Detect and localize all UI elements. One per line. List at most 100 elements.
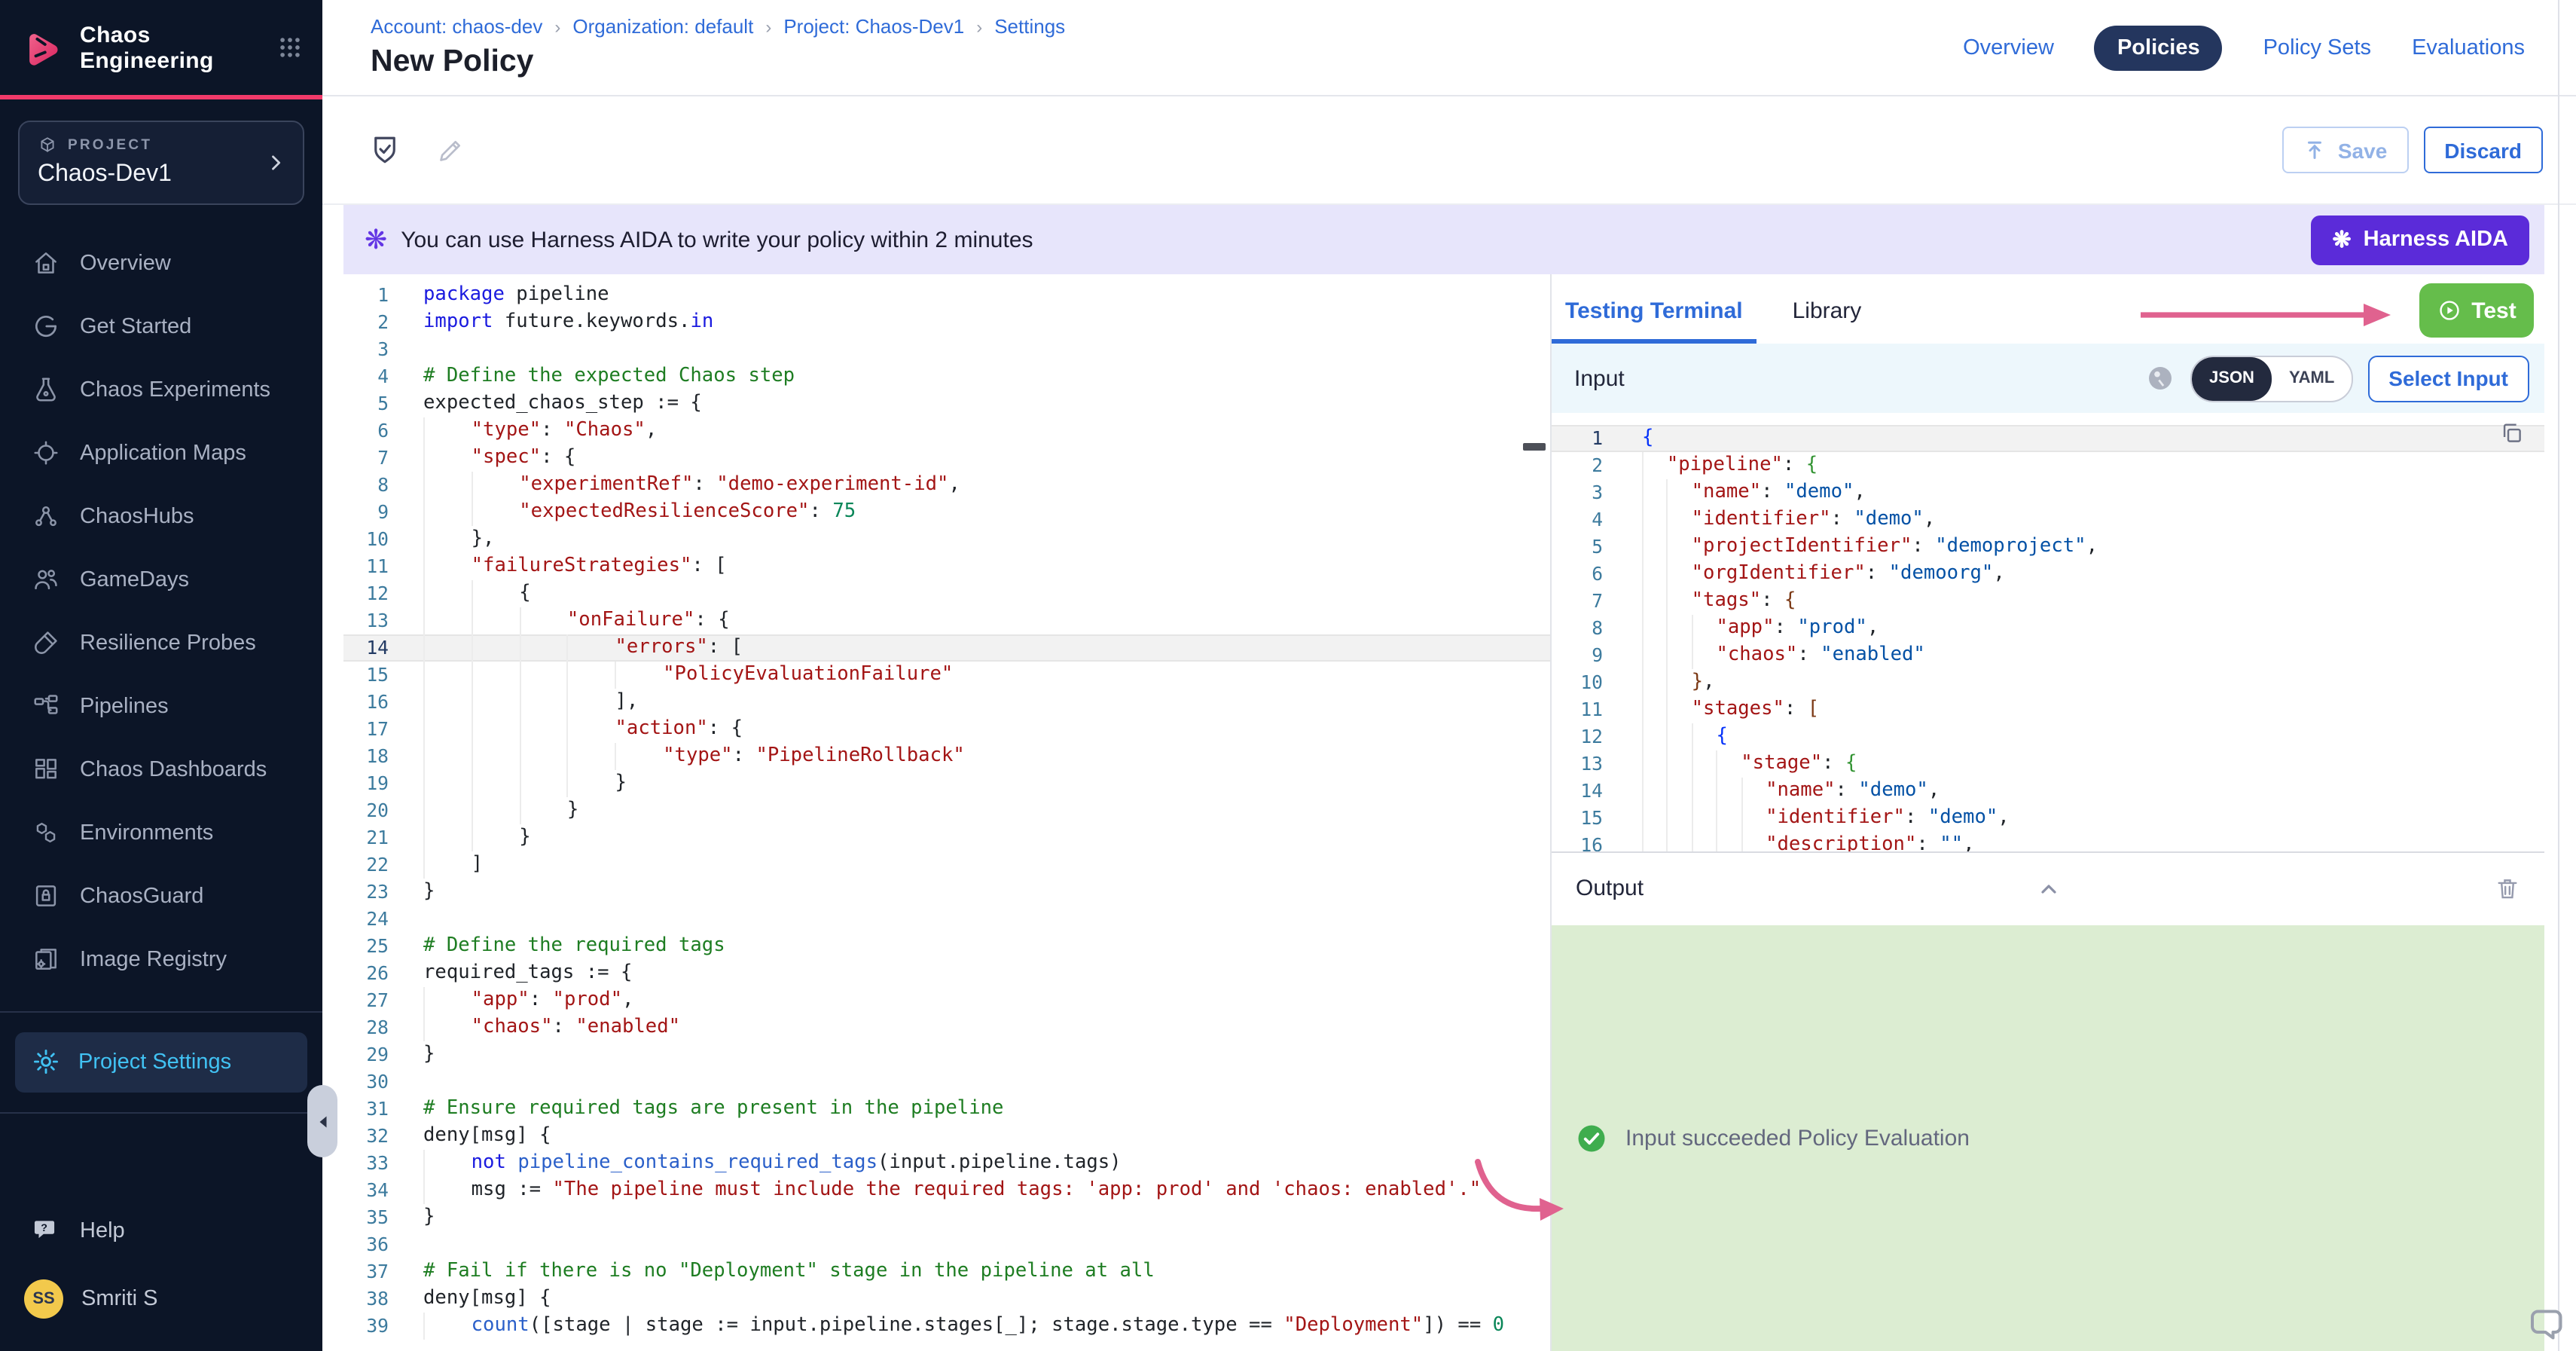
format-option-json[interactable]: JSON bbox=[2191, 356, 2272, 400]
code-line: 32deny[msg] { bbox=[343, 1123, 1550, 1150]
code-line: 2import future.keywords.in bbox=[343, 309, 1550, 336]
line-number: 10 bbox=[1552, 669, 1603, 696]
save-button[interactable]: Save bbox=[2282, 127, 2408, 173]
line-number: 10 bbox=[343, 526, 389, 553]
sidebar-item-label: Image Registry bbox=[80, 947, 227, 971]
line-number: 12 bbox=[343, 580, 389, 607]
nav-tab-policy-sets[interactable]: Policy Sets bbox=[2263, 35, 2371, 60]
breadcrumb-separator: › bbox=[765, 16, 771, 37]
line-number: 20 bbox=[343, 797, 389, 824]
code-line: 37# Fail if there is no "Deployment" sta… bbox=[343, 1258, 1550, 1285]
support-chat-icon[interactable] bbox=[2525, 1301, 2570, 1346]
policy-validate-icon[interactable] bbox=[369, 134, 401, 166]
sidebar-item-label: ChaosGuard bbox=[80, 884, 203, 908]
line-number: 11 bbox=[343, 553, 389, 580]
sidebar-item-environments[interactable]: Environments bbox=[0, 801, 322, 864]
breadcrumb-link[interactable]: Project: Chaos-Dev1 bbox=[783, 15, 964, 38]
line-number: 27 bbox=[343, 987, 389, 1014]
collapse-output-button[interactable] bbox=[2036, 877, 2060, 901]
code-line: 8"experimentRef": "demo-experiment-id", bbox=[343, 472, 1550, 499]
harness-aida-button[interactable]: ❋ Harness AIDA bbox=[2312, 215, 2530, 264]
input-header: Input JSON YAML Select Input bbox=[1552, 344, 2544, 413]
line-number: 13 bbox=[343, 607, 389, 634]
help-button[interactable]: ? Help bbox=[0, 1197, 322, 1264]
sidebar-item-label: GameDays bbox=[80, 567, 189, 591]
breadcrumb-link[interactable]: Account: chaos-dev bbox=[371, 15, 542, 38]
breadcrumb-separator: › bbox=[976, 16, 982, 37]
sidebar-item-chaoshubs[interactable]: ChaosHubs bbox=[0, 484, 322, 548]
input-json-editor[interactable]: 1{2"pipeline": {3"name": "demo",4"identi… bbox=[1552, 425, 2544, 851]
test-button[interactable]: Test bbox=[2419, 283, 2534, 338]
sidebar-item-label: Environments bbox=[80, 821, 213, 845]
select-input-button[interactable]: Select Input bbox=[2367, 355, 2529, 402]
edit-pencil-icon[interactable] bbox=[435, 135, 465, 165]
copy-icon[interactable] bbox=[2499, 420, 2525, 446]
line-number: 6 bbox=[1552, 561, 1603, 588]
editor-toolbar: Save Discard bbox=[322, 96, 2576, 205]
sidebar-item-application-maps[interactable]: Application Maps bbox=[0, 421, 322, 484]
policy-code-editor[interactable]: 1package pipeline2import future.keywords… bbox=[343, 274, 1552, 1351]
rego-icon[interactable] bbox=[2144, 363, 2175, 393]
harness-logo bbox=[20, 25, 65, 70]
people-icon bbox=[32, 565, 60, 594]
sidebar-item-chaos-dashboards[interactable]: Chaos Dashboards bbox=[0, 738, 322, 801]
breadcrumb-link[interactable]: Organization: default bbox=[572, 15, 753, 38]
code-line: 13"onFailure": { bbox=[343, 607, 1550, 634]
line-number: 16 bbox=[343, 689, 389, 716]
code-line: 19} bbox=[343, 770, 1550, 797]
upload-icon bbox=[2303, 139, 2326, 161]
code-line: 1package pipeline bbox=[343, 282, 1550, 309]
sidebar-item-project-settings[interactable]: Project Settings bbox=[15, 1032, 307, 1092]
app-switcher-icon[interactable] bbox=[277, 35, 303, 60]
project-name: Chaos-Dev1 bbox=[38, 160, 285, 188]
project-label: PROJECT bbox=[38, 135, 285, 154]
nav-tab-policies[interactable]: Policies bbox=[2095, 25, 2223, 70]
tab-testing-terminal[interactable]: Testing Terminal bbox=[1552, 298, 1757, 344]
line-number: 31 bbox=[343, 1096, 389, 1123]
page-scrollbar[interactable] bbox=[2558, 0, 2559, 1351]
sidebar-item-overview[interactable]: Overview bbox=[0, 231, 322, 295]
discard-button[interactable]: Discard bbox=[2423, 127, 2543, 173]
code-line: 23} bbox=[343, 879, 1550, 906]
annotation-arrow-test bbox=[2138, 298, 2394, 332]
project-selector[interactable]: PROJECT Chaos-Dev1 bbox=[18, 120, 304, 204]
code-line: 3"name": "demo", bbox=[1552, 479, 2544, 506]
sidebar-item-resilience-probes[interactable]: Resilience Probes bbox=[0, 611, 322, 674]
code-line: 26required_tags := { bbox=[343, 960, 1550, 987]
sidebar-item-chaos-experiments[interactable]: Chaos Experiments bbox=[0, 358, 322, 421]
line-number: 21 bbox=[343, 824, 389, 851]
sidebar-item-image-registry[interactable]: Image Registry bbox=[0, 928, 322, 991]
format-option-yaml[interactable]: YAML bbox=[2272, 369, 2351, 387]
code-line: 5"projectIdentifier": "demoproject", bbox=[1552, 533, 2544, 561]
line-number: 29 bbox=[343, 1041, 389, 1068]
code-line: 5expected_chaos_step := { bbox=[343, 390, 1550, 417]
line-number: 12 bbox=[1552, 723, 1603, 750]
clear-output-button[interactable] bbox=[2495, 876, 2520, 902]
line-number: 3 bbox=[343, 336, 389, 363]
sidebar-bottom: ? Help SS Smriti S bbox=[0, 1188, 322, 1351]
user-name: Smriti S bbox=[81, 1286, 158, 1310]
nav-tab-evaluations[interactable]: Evaluations bbox=[2412, 35, 2525, 60]
sidebar-item-pipelines[interactable]: Pipelines bbox=[0, 674, 322, 738]
code-line: 9"chaos": "enabled" bbox=[1552, 642, 2544, 669]
sidebar-item-label: Application Maps bbox=[80, 441, 246, 465]
sidebar-item-chaosguard[interactable]: ChaosGuard bbox=[0, 864, 322, 928]
line-number: 32 bbox=[343, 1123, 389, 1150]
line-number: 13 bbox=[1552, 750, 1603, 778]
code-line: 30 bbox=[343, 1068, 1550, 1096]
code-line: 6"type": "Chaos", bbox=[343, 417, 1550, 445]
code-line: 4# Define the expected Chaos step bbox=[343, 363, 1550, 390]
breadcrumb-link[interactable]: Settings bbox=[994, 15, 1065, 38]
tab-library[interactable]: Library bbox=[1779, 298, 1876, 344]
format-toggle[interactable]: JSON YAML bbox=[2190, 355, 2352, 402]
breadcrumb-separator: › bbox=[554, 16, 560, 37]
dashboard-icon bbox=[32, 755, 60, 784]
line-number: 36 bbox=[343, 1231, 389, 1258]
sidebar-item-gamedays[interactable]: GameDays bbox=[0, 548, 322, 611]
nav-tab-overview[interactable]: Overview bbox=[1963, 35, 2054, 60]
code-line: 33not pipeline_contains_required_tags(in… bbox=[343, 1150, 1550, 1177]
user-menu[interactable]: SS Smriti S bbox=[0, 1264, 322, 1333]
sidebar-collapse-handle[interactable] bbox=[307, 1085, 337, 1157]
sidebar-item-get-started[interactable]: Get Started bbox=[0, 295, 322, 358]
input-label: Input bbox=[1574, 365, 2129, 391]
